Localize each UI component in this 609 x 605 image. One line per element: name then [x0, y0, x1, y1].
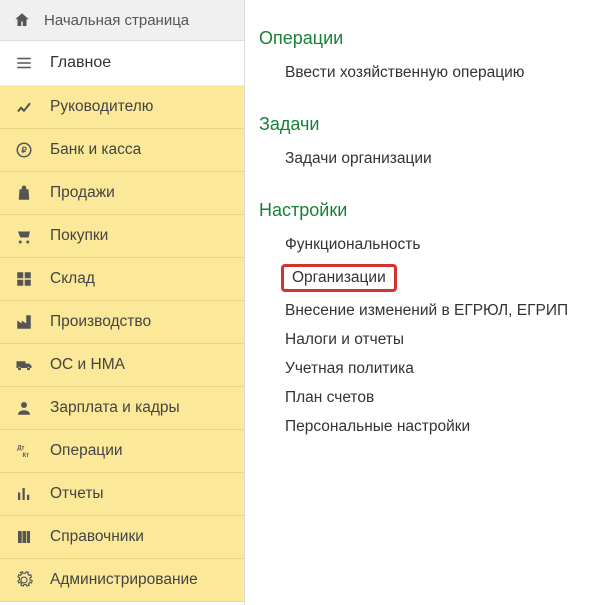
- content-panel: Операции Ввести хозяйственную операцию Зад…: [245, 0, 609, 605]
- sidebar-item-label: Отчеты: [50, 485, 104, 503]
- section-link[interactable]: Персональные настройки: [281, 417, 474, 437]
- bar-chart-icon: [14, 484, 34, 504]
- person-icon: [14, 398, 34, 418]
- main-label: Главное: [50, 54, 111, 72]
- section-title: Настройки: [259, 200, 609, 221]
- sidebar-item-2[interactable]: Продажи: [0, 172, 244, 215]
- section-title: Задачи: [259, 114, 609, 135]
- section-link[interactable]: Организации: [281, 264, 397, 292]
- factory-icon: [14, 312, 34, 332]
- sidebar-item-label: Склад: [50, 270, 95, 288]
- section-items: Функциональность Организации Внесение изме…: [259, 235, 609, 446]
- sidebar-item-label: Администрирование: [50, 571, 198, 589]
- section-0: Операции Ввести хозяйственную операцию: [259, 28, 609, 92]
- debit-credit-icon: ДтКт: [14, 441, 34, 461]
- section-link[interactable]: Налоги и отчеты: [281, 330, 408, 350]
- svg-text:Кт: Кт: [23, 453, 30, 459]
- section-items: Задачи организации: [259, 149, 609, 178]
- sidebar-item-6[interactable]: ОС и НМА: [0, 344, 244, 387]
- sidebar-item-8[interactable]: ДтКт Операции: [0, 430, 244, 473]
- section-link[interactable]: Задачи организации: [281, 149, 436, 169]
- trending-up-icon: [14, 97, 34, 117]
- sidebar-item-label: ОС и НМА: [50, 356, 125, 374]
- home-label: Начальная страница: [44, 12, 189, 29]
- sidebar-item-11[interactable]: Администрирование: [0, 559, 244, 602]
- sidebar-item-label: Продажи: [50, 184, 115, 202]
- grid-icon: [14, 269, 34, 289]
- home-link[interactable]: Начальная страница: [0, 0, 244, 41]
- sidebar-item-label: Банк и касса: [50, 141, 141, 159]
- section-items: Ввести хозяйственную операцию: [259, 63, 609, 92]
- section-2: Настройки Функциональность Организации Внес…: [259, 200, 609, 446]
- nav-list: Руководителю ₽ Банк и касса Продажи Покупки С…: [0, 86, 244, 602]
- section-1: Задачи Задачи организации: [259, 114, 609, 178]
- sidebar: Начальная страница Главное Руководителю ₽…: [0, 0, 245, 605]
- books-icon: [14, 527, 34, 547]
- sidebar-item-10[interactable]: Справочники: [0, 516, 244, 559]
- sidebar-item-0[interactable]: Руководителю: [0, 86, 244, 129]
- svg-text:Дт: Дт: [17, 446, 24, 452]
- sidebar-item-7[interactable]: Зарплата и кадры: [0, 387, 244, 430]
- section-link[interactable]: План счетов: [281, 388, 378, 408]
- section-link[interactable]: Внесение изменений в ЕГРЮЛ, ЕГРИП: [281, 301, 572, 321]
- bag-icon: [14, 183, 34, 203]
- sidebar-item-9[interactable]: Отчеты: [0, 473, 244, 516]
- sidebar-item-4[interactable]: Склад: [0, 258, 244, 301]
- sidebar-item-label: Покупки: [50, 227, 108, 245]
- section-title: Операции: [259, 28, 609, 49]
- main-link[interactable]: Главное: [0, 41, 244, 86]
- sidebar-item-label: Справочники: [50, 528, 144, 546]
- ruble-icon: ₽: [14, 140, 34, 160]
- cart-icon: [14, 226, 34, 246]
- svg-text:₽: ₽: [21, 146, 26, 155]
- sidebar-item-5[interactable]: Производство: [0, 301, 244, 344]
- sidebar-item-label: Операции: [50, 442, 123, 460]
- home-icon: [12, 10, 32, 30]
- menu-icon: [14, 53, 34, 73]
- sidebar-item-1[interactable]: ₽ Банк и касса: [0, 129, 244, 172]
- gear-icon: [14, 570, 34, 590]
- section-link[interactable]: Функциональность: [281, 235, 424, 255]
- section-link[interactable]: Учетная политика: [281, 359, 418, 379]
- sidebar-item-label: Зарплата и кадры: [50, 399, 180, 417]
- sidebar-item-label: Производство: [50, 313, 151, 331]
- section-link[interactable]: Ввести хозяйственную операцию: [281, 63, 528, 83]
- sidebar-item-label: Руководителю: [50, 98, 153, 116]
- truck-icon: [14, 355, 34, 375]
- sidebar-item-3[interactable]: Покупки: [0, 215, 244, 258]
